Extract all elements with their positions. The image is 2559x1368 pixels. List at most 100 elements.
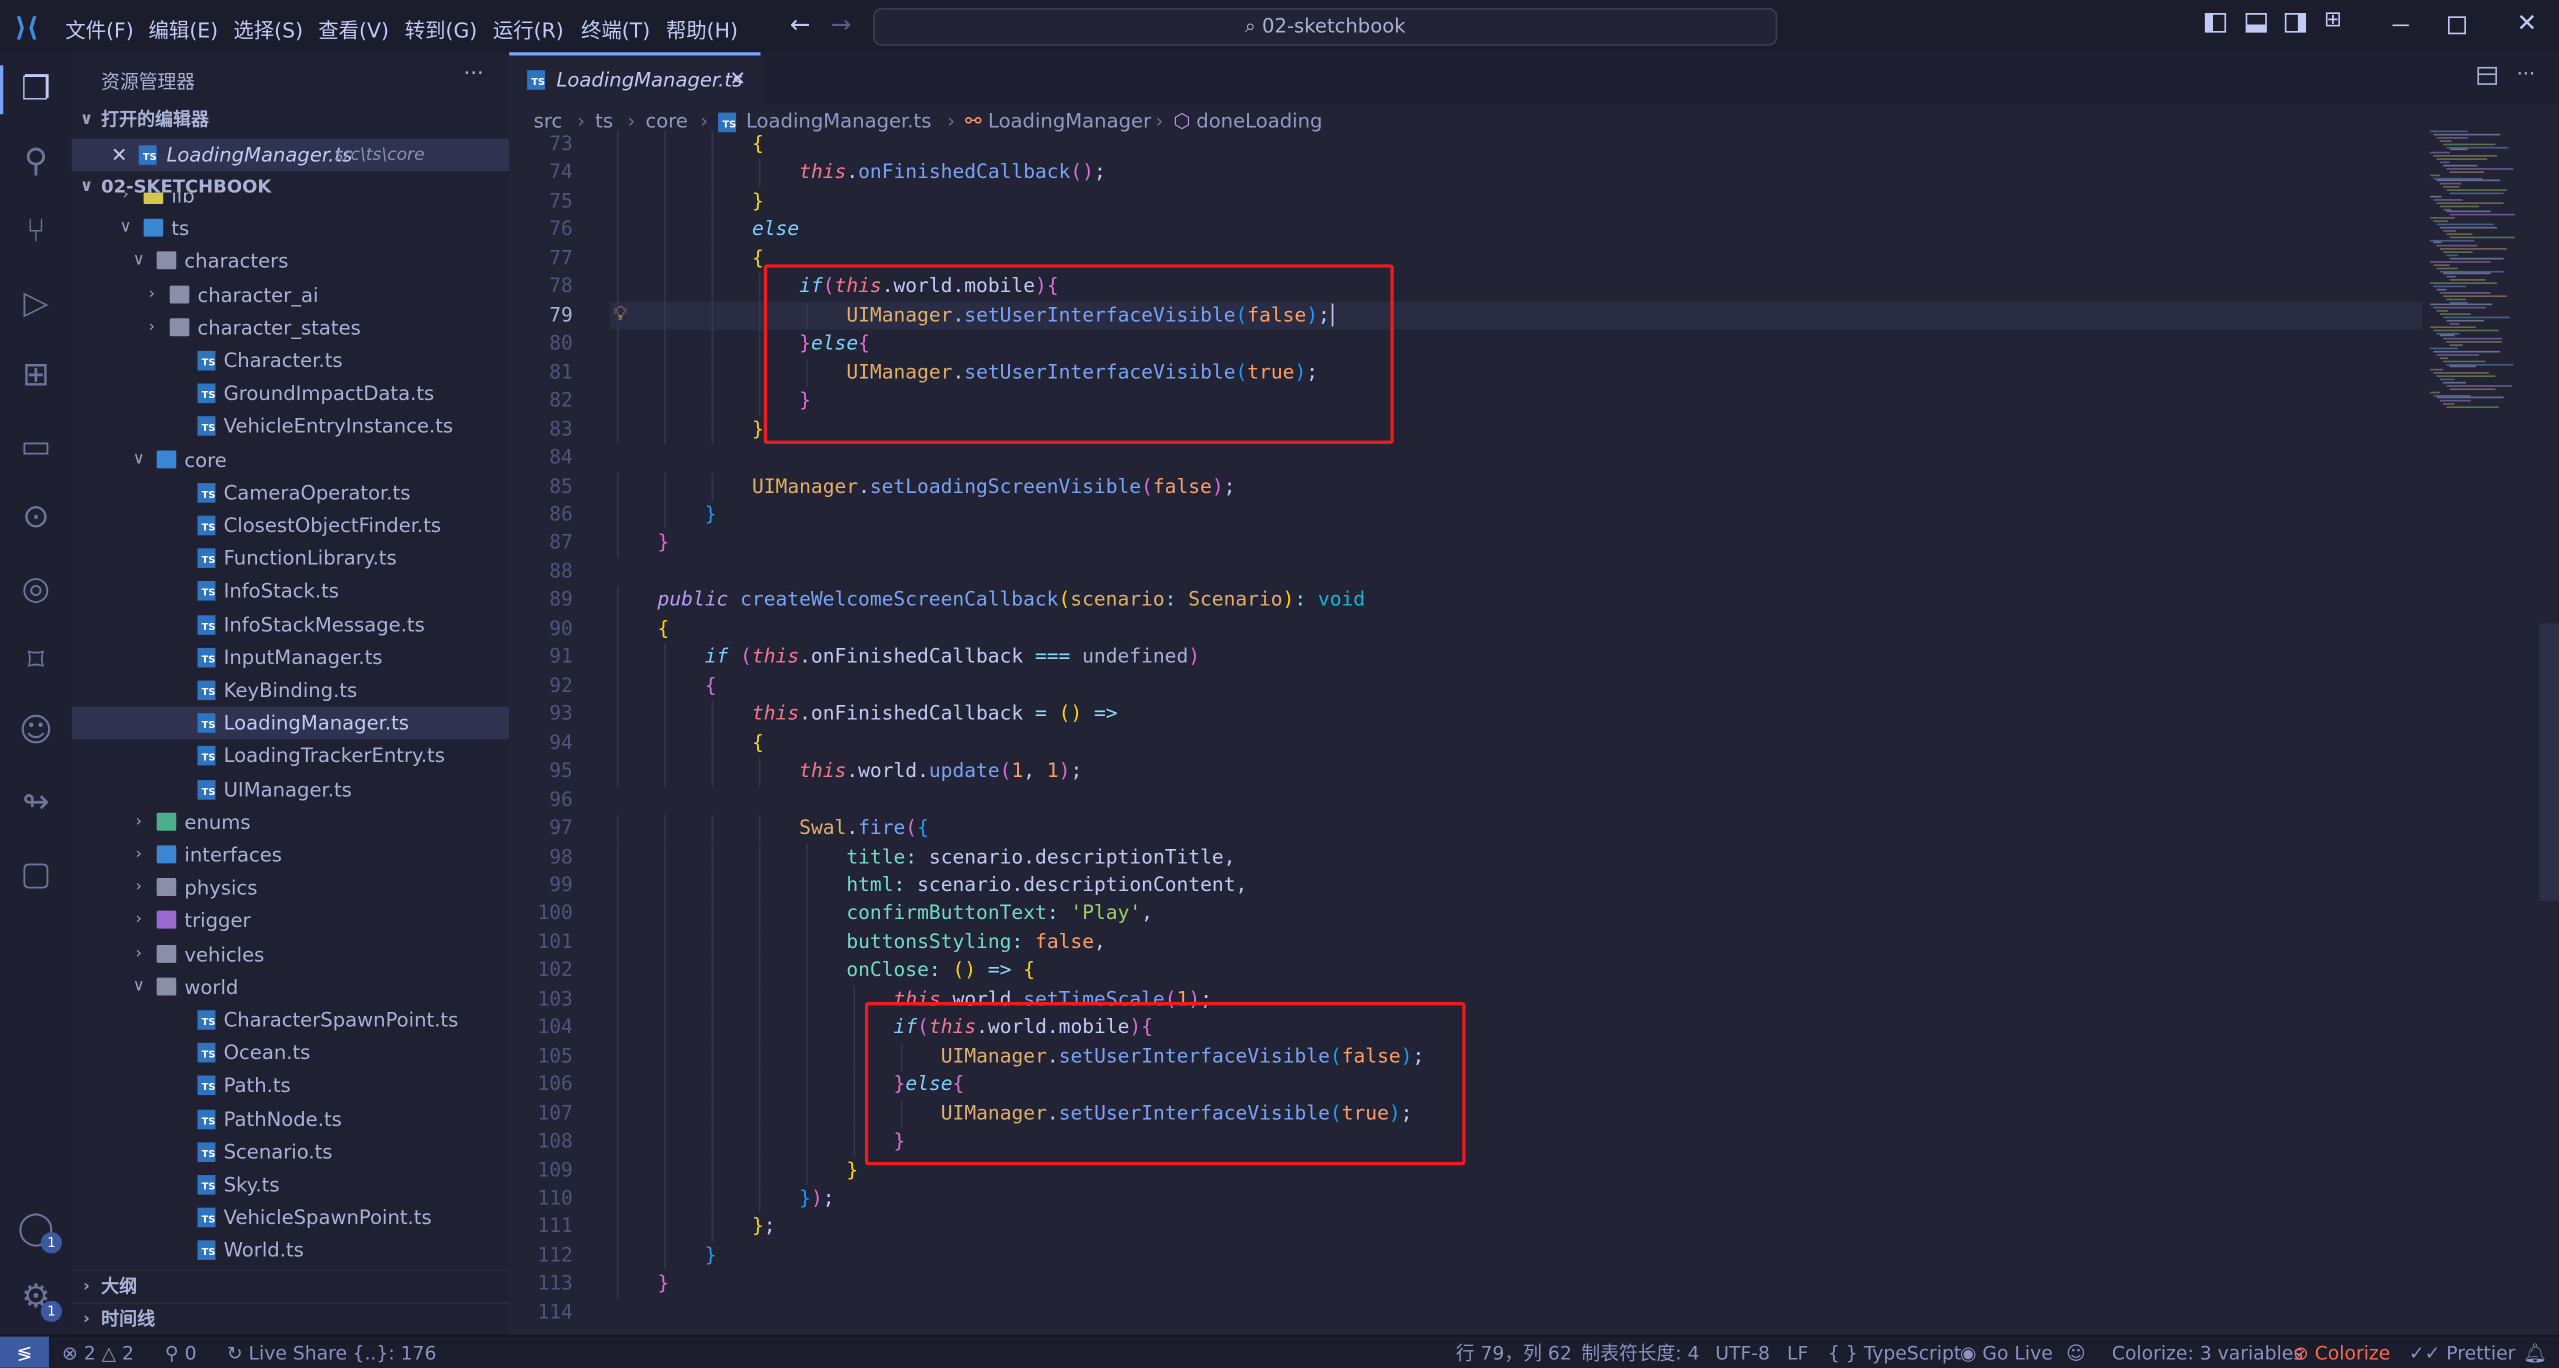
file-item[interactable]: TS InputManager.ts <box>72 641 509 674</box>
minimap[interactable] <box>2424 130 2538 457</box>
copilot-icon[interactable]: ☺ <box>13 707 59 753</box>
prettier-button[interactable]: ✓✓ Prettier <box>2409 1337 2515 1368</box>
tab-loadingmanager[interactable]: TS LoadingManager.ts ✕ <box>509 52 761 105</box>
live-share-button[interactable]: ↻ Live Share <box>227 1337 347 1368</box>
folder-item[interactable]: › trigger <box>72 905 509 938</box>
restore-icon[interactable] <box>2448 16 2466 35</box>
chat-icon[interactable]: ▢ <box>13 850 59 896</box>
file-item[interactable]: TS Sky.ts <box>72 1169 509 1202</box>
forward-arrow-icon[interactable]: → <box>831 10 852 39</box>
back-arrow-icon[interactable]: ← <box>790 10 811 39</box>
account-icon[interactable]: ◯ 1 <box>13 1204 63 1254</box>
git-graph-icon[interactable]: ⊙ <box>13 493 59 539</box>
file-item[interactable]: TS Ocean.ts <box>72 1037 509 1070</box>
menu-item[interactable]: 终端(T) <box>581 13 650 44</box>
file-item[interactable]: TS CameraOperator.ts <box>72 476 509 509</box>
menu-item[interactable]: 编辑(E) <box>149 13 219 44</box>
indentation[interactable]: 制表符长度: 4 <box>1581 1337 1699 1368</box>
indent-guide <box>805 899 808 929</box>
file-item[interactable]: TS InfoStack.ts <box>72 575 509 608</box>
folder-item[interactable]: ∨ ts <box>72 212 509 245</box>
outline-section[interactable]: › 大纲 <box>71 1269 510 1304</box>
colorize-button[interactable]: ⊘ Colorize <box>2293 1337 2390 1368</box>
encoding[interactable]: UTF-8 <box>1715 1337 1770 1368</box>
folder-item[interactable]: › interfaces <box>72 839 509 872</box>
open-editor-item[interactable]: ✕ TS LoadingManager.ts src\ts\core <box>71 138 510 172</box>
toggle-secondary-sidebar-icon[interactable] <box>2284 13 2307 33</box>
settings-gear-icon[interactable]: ⚙ 1 <box>13 1273 63 1322</box>
live-share-icon[interactable]: ↬ <box>13 778 59 824</box>
customize-layout-icon[interactable]: ⊞ <box>2324 8 2342 32</box>
file-item[interactable]: TS InfoStackMessage.ts <box>72 608 509 641</box>
go-live-button[interactable]: ◉ Go Live <box>1960 1337 2053 1368</box>
bookmark-icon[interactable]: ⌑ <box>13 636 59 682</box>
toggle-panel-icon[interactable] <box>2245 13 2267 33</box>
close-editor-icon[interactable]: ✕ <box>111 139 127 172</box>
indent-guide <box>664 956 666 986</box>
folder-item[interactable]: › lib <box>72 192 509 213</box>
source-control-icon[interactable]: ⑂ <box>13 208 59 254</box>
code-token: if <box>704 645 729 668</box>
run-debug-icon[interactable]: ▷ <box>13 279 59 325</box>
notifications-bell-icon[interactable]: 🔔︎ <box>2523 1337 2547 1368</box>
folder-item[interactable]: ∨ characters <box>72 245 509 278</box>
timeline-section[interactable]: › 时间线 <box>71 1302 510 1336</box>
folder-item[interactable]: › enums <box>72 806 509 839</box>
explorer-icon[interactable]: ❐ <box>13 65 59 111</box>
code-token: this <box>799 759 847 782</box>
cursor-position[interactable]: 行 79，列 62 <box>1456 1337 1572 1368</box>
folder-item[interactable]: › character_ai <box>72 278 509 311</box>
menu-item[interactable]: 转到(G) <box>405 13 478 44</box>
minimize-icon[interactable] <box>2392 24 2409 27</box>
file-item[interactable]: TS Character.ts <box>72 344 509 377</box>
file-item[interactable]: TS ClosestObjectFinder.ts <box>72 509 509 542</box>
file-item[interactable]: TS CharacterSpawnPoint.ts <box>72 1004 509 1037</box>
split-editor-icon[interactable] <box>2477 66 2497 85</box>
line-ending[interactable]: LF <box>1787 1337 1808 1368</box>
colorize-variables[interactable]: Colorize: 3 variables <box>2112 1337 2303 1368</box>
ports-indicator[interactable]: ⚲ 0 <box>165 1337 197 1368</box>
close-window-icon[interactable]: ✕ <box>2517 8 2538 37</box>
folder-item[interactable]: ∨ world <box>72 971 509 1004</box>
menu-item[interactable]: 运行(R) <box>493 13 564 44</box>
indent-guide <box>664 757 666 786</box>
command-center-search[interactable]: ⌕ 02-sketchbook <box>873 8 1778 46</box>
folder-item[interactable]: ∨ core <box>72 443 509 476</box>
file-item[interactable]: TS Scenario.ts <box>72 1136 509 1169</box>
file-item[interactable]: TS LoadingManager.ts <box>71 706 510 740</box>
lightbulb-icon[interactable]: 💡︎ <box>614 302 628 326</box>
file-item[interactable]: TS VehicleEntryInstance.ts <box>72 410 509 443</box>
line-number: 102 <box>537 958 573 982</box>
folder-icon[interactable]: ▭ <box>13 422 59 468</box>
file-item[interactable]: TS World.ts <box>72 1234 509 1263</box>
file-item[interactable]: TS KeyBinding.ts <box>72 674 509 707</box>
extensions-icon[interactable]: ⊞ <box>13 351 59 397</box>
more-actions-button[interactable]: ··· <box>463 62 483 86</box>
close-tab-icon[interactable]: ✕ <box>730 67 746 90</box>
folder-item[interactable]: › character_states <box>72 311 509 344</box>
menu-item[interactable]: 选择(S) <box>233 13 303 44</box>
menu-item[interactable]: 查看(V) <box>318 13 389 44</box>
search-icon[interactable]: ⚲ <box>13 137 59 183</box>
remote-indicator-icon[interactable]: ≶ <box>0 1336 49 1368</box>
toggle-sidebar-icon[interactable] <box>2204 13 2227 33</box>
file-item[interactable]: TS FunctionLibrary.ts <box>72 542 509 575</box>
file-item[interactable]: TS Path.ts <box>72 1070 509 1103</box>
folder-item[interactable]: › physics <box>72 872 509 905</box>
vertical-scrollbar[interactable] <box>2539 623 2559 901</box>
folder-item[interactable]: › vehicles <box>72 938 509 971</box>
copilot-icon[interactable]: ☺ <box>2066 1337 2086 1368</box>
file-item[interactable]: TS PathNode.ts <box>72 1103 509 1136</box>
menu-item[interactable]: 帮助(H) <box>666 13 738 44</box>
language-mode[interactable]: { } TypeScript <box>1828 1337 1961 1368</box>
file-item[interactable]: TS VehicleSpawnPoint.ts <box>72 1201 509 1234</box>
menu-item[interactable]: 文件(F) <box>65 13 133 44</box>
symbols-count[interactable]: {..}: 176 <box>353 1337 437 1368</box>
file-item[interactable]: TS LoadingTrackerEntry.ts <box>72 740 509 773</box>
edge-icon[interactable]: ◎ <box>13 565 59 611</box>
file-item[interactable]: TS GroundImpactData.ts <box>72 377 509 410</box>
more-actions-icon[interactable]: ··· <box>2517 62 2536 85</box>
problems-indicator[interactable]: ⊗ 2 △ 2 <box>62 1337 134 1368</box>
file-item[interactable]: TS UIManager.ts <box>72 773 509 806</box>
open-editors-section[interactable]: ∨ 打开的编辑器 <box>72 104 509 137</box>
